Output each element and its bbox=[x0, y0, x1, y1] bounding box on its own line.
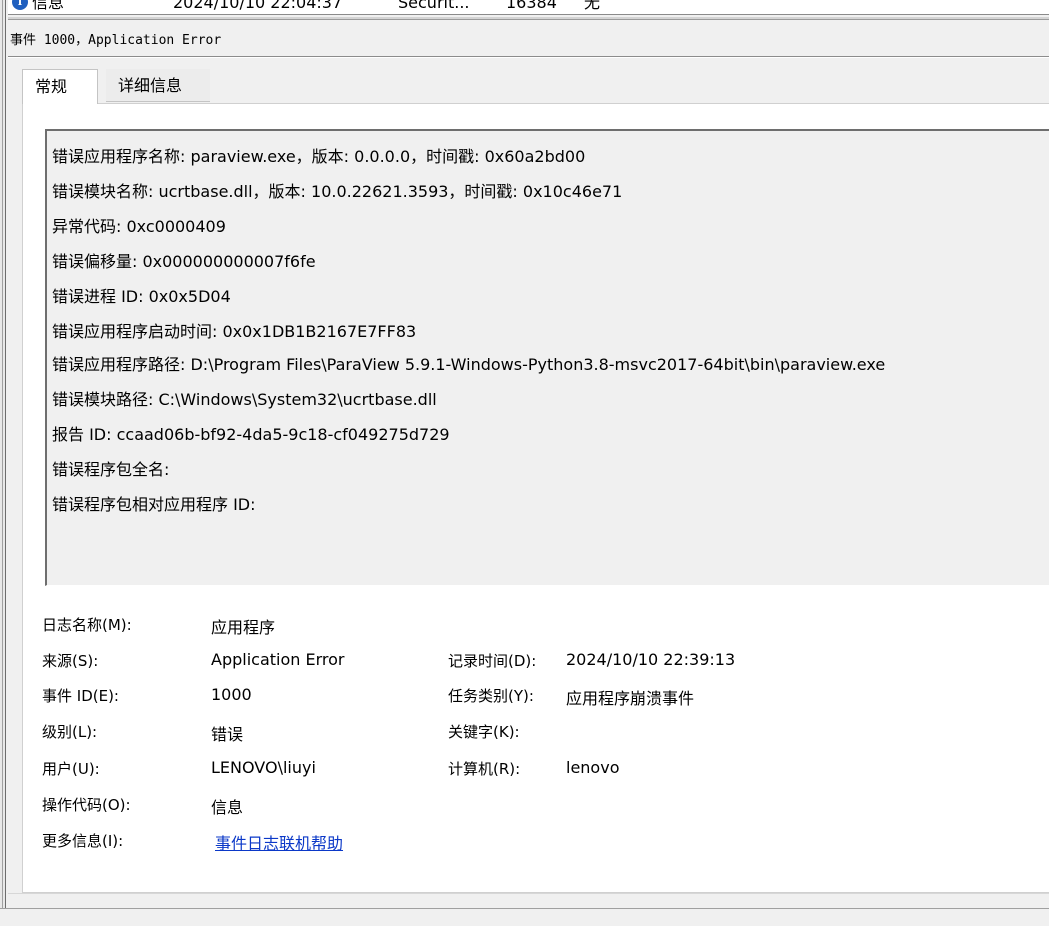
tab-details[interactable]: 详细信息 bbox=[106, 69, 210, 102]
description-line: 错误程序包相对应用程序 ID: bbox=[52, 495, 256, 514]
row-task: 无 bbox=[584, 0, 601, 12]
event-viewer-window: i 信息 2024/10/10 22:04:37 Securit... 1638… bbox=[0, 0, 1049, 926]
panel-bottom bbox=[8, 893, 1049, 908]
task-category-label: 任务类别(Y): bbox=[448, 687, 534, 705]
logged-label: 记录时间(D): bbox=[448, 652, 537, 670]
description-line: 错误应用程序名称: paraview.exe，版本: 0.0.0.0，时间戳: … bbox=[52, 147, 586, 166]
log-name-label: 日志名称(M): bbox=[42, 616, 132, 634]
description-line: 错误偏移量: 0x000000000007f6fe bbox=[52, 252, 316, 271]
user-label: 用户(U): bbox=[42, 760, 100, 778]
logged-value: 2024/10/10 22:39:13 bbox=[566, 650, 736, 669]
log-name-value: 应用程序 bbox=[211, 618, 276, 637]
description-line: 错误模块名称: ucrtbase.dll，版本: 10.0.22621.3593… bbox=[52, 182, 623, 201]
description-line: 错误应用程序路径: D:\Program Files\ParaView 5.9.… bbox=[52, 355, 886, 374]
row-level: 信息 bbox=[32, 0, 65, 12]
computer-label: 计算机(R): bbox=[448, 760, 521, 778]
more-info-label: 更多信息(I): bbox=[42, 832, 124, 850]
row-datetime: 2024/10/10 22:04:37 bbox=[173, 0, 343, 12]
level-label: 级别(L): bbox=[42, 723, 98, 741]
info-icon: i bbox=[12, 0, 28, 10]
source-value: Application Error bbox=[211, 650, 345, 669]
source-label: 来源(S): bbox=[42, 652, 99, 670]
event-id-value: 1000 bbox=[211, 685, 252, 704]
description-line: 错误进程 ID: 0x0x5D04 bbox=[52, 287, 231, 306]
keywords-label: 关键字(K): bbox=[448, 723, 520, 741]
task-category-value: 应用程序崩溃事件 bbox=[566, 689, 695, 708]
online-help-link[interactable]: 事件日志联机帮助 bbox=[215, 830, 343, 854]
opcode-label: 操作代码(O): bbox=[42, 796, 131, 814]
event-id-label: 事件 ID(E): bbox=[42, 687, 119, 705]
opcode-value: 信息 bbox=[211, 798, 244, 817]
level-value: 错误 bbox=[211, 725, 244, 744]
description-line: 错误模块路径: C:\Windows\System32\ucrtbase.dll bbox=[52, 390, 437, 409]
user-value: LENOVO\liuyi bbox=[211, 758, 316, 777]
row-event-id: 16384 bbox=[506, 0, 557, 12]
description-line: 错误应用程序启动时间: 0x0x1DB1B2167E7FF83 bbox=[52, 322, 417, 341]
event-list-row[interactable]: i 信息 2024/10/10 22:04:37 Securit... 1638… bbox=[8, 0, 1049, 15]
event-title: 事件 1000，Application Error bbox=[10, 33, 222, 48]
tab-general[interactable]: 常规 bbox=[22, 69, 98, 104]
description-textbox[interactable]: 错误应用程序名称: paraview.exe，版本: 0.0.0.0，时间戳: … bbox=[45, 129, 1049, 586]
description-line: 错误程序包全名: bbox=[52, 460, 170, 479]
left-border bbox=[0, 0, 6, 910]
splitter[interactable] bbox=[8, 17, 1049, 20]
description-line: 异常代码: 0xc0000409 bbox=[52, 217, 226, 236]
row-source: Securit... bbox=[398, 0, 470, 12]
status-strip bbox=[0, 908, 1049, 926]
description-line: 报告 ID: ccaad06b-bf92-4da5-9c18-cf049275d… bbox=[52, 425, 450, 444]
computer-value: lenovo bbox=[566, 758, 620, 777]
